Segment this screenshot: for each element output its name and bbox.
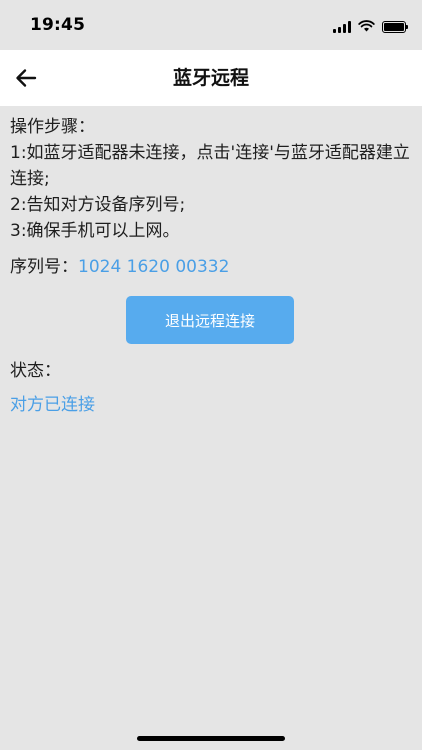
instruction-step: 2:告知对方设备序列号; — [10, 195, 186, 215]
serial-row: 序列号：1024 1620 00332 — [10, 254, 412, 280]
battery-icon — [382, 20, 408, 33]
serial-value: 1024 1620 00332 — [78, 257, 230, 277]
status-time: 19:45 — [30, 15, 86, 35]
main-content: 操作步骤： 1:如蓝牙适配器未连接，点击'连接'与蓝牙适配器建立连接; 2:告知… — [10, 114, 412, 418]
page-title: 蓝牙远程 — [172, 67, 249, 89]
serial-label: 序列号： — [10, 257, 78, 277]
home-indicator[interactable] — [137, 736, 285, 741]
connection-status-value: 对方已连接 — [10, 395, 95, 415]
status-bar: 19:45 — [0, 0, 422, 50]
arrow-left-icon — [16, 69, 37, 87]
exit-remote-button[interactable]: 退出远程连接 — [126, 296, 294, 344]
signal-icon — [333, 20, 351, 33]
connection-status-label: 状态： — [10, 361, 61, 381]
status-icons — [333, 17, 408, 36]
app-header: 蓝牙远程 — [0, 50, 422, 106]
wifi-icon — [358, 17, 375, 36]
instructions: 操作步骤： 1:如蓝牙适配器未连接，点击'连接'与蓝牙适配器建立连接; 2:告知… — [10, 114, 412, 244]
instruction-step: 1:如蓝牙适配器未连接，点击'连接'与蓝牙适配器建立连接; — [10, 143, 410, 189]
back-button[interactable] — [10, 62, 42, 94]
instruction-step: 3:确保手机可以上网。 — [10, 221, 180, 241]
instructions-heading: 操作步骤： — [10, 117, 95, 137]
